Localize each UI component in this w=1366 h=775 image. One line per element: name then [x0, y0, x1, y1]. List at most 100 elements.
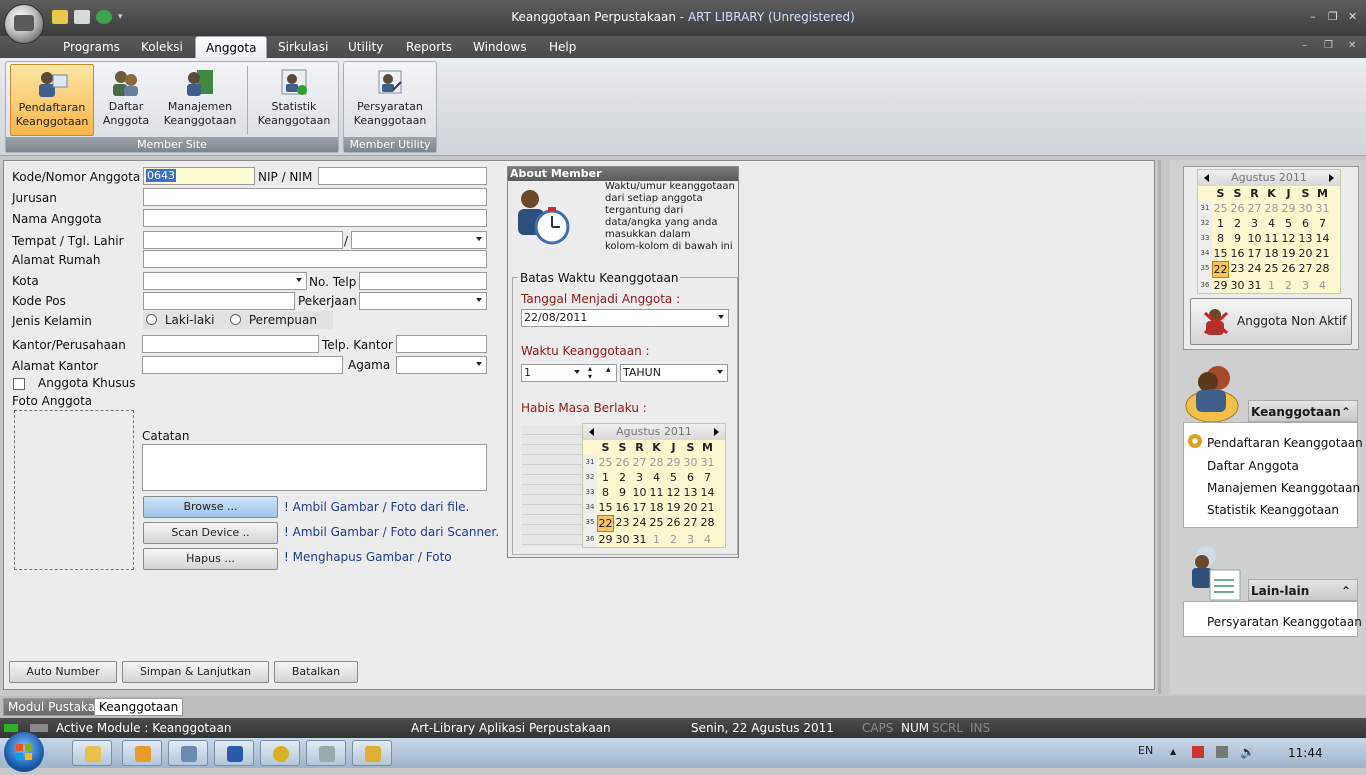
calendar-day[interactable]: 11: [648, 485, 665, 500]
calendar-day[interactable]: 14: [699, 485, 716, 500]
prev-month-icon[interactable]: [589, 428, 594, 436]
calendar-day[interactable]: 27: [1246, 201, 1263, 216]
calendar-day[interactable]: 27: [682, 515, 699, 532]
alamat-kantor-input[interactable]: [142, 356, 343, 374]
calendar-day[interactable]: 30: [682, 455, 699, 470]
telp-kantor-input[interactable]: [396, 335, 487, 353]
calendar-day-today[interactable]: 22: [1212, 261, 1229, 278]
calendar-day[interactable]: 17: [1246, 246, 1263, 261]
calendar-day[interactable]: 8: [1212, 231, 1229, 246]
taskbar-media[interactable]: [122, 740, 162, 766]
menu-reports[interactable]: Reports: [396, 39, 462, 58]
taskbar-settings[interactable]: [306, 740, 346, 766]
manajemen-keanggotaan-button[interactable]: Manajemen Keanggotaan: [162, 64, 238, 136]
agama-select[interactable]: [396, 356, 487, 374]
calendar-day[interactable]: 10: [631, 485, 648, 500]
tempat-lahir-input[interactable]: [143, 231, 343, 249]
calendar-day[interactable]: 3: [682, 532, 699, 547]
calendar-day[interactable]: 28: [699, 515, 716, 532]
hapus-button[interactable]: Hapus ...: [143, 548, 278, 570]
calendar-day[interactable]: 29: [665, 455, 682, 470]
volume-icon[interactable]: 🔊: [1240, 745, 1255, 759]
calendar-day[interactable]: 10: [1246, 231, 1263, 246]
calendar-day[interactable]: 3: [1297, 278, 1314, 293]
anggota-non-aktif-button[interactable]: Anggota Non Aktif: [1190, 298, 1352, 345]
calendar-day[interactable]: 28: [1263, 201, 1280, 216]
mdi-minimize-button[interactable]: –: [1302, 40, 1307, 51]
calendar-day[interactable]: 18: [648, 500, 665, 515]
taskbar-art-library[interactable]: [352, 740, 392, 766]
calendar-day[interactable]: 25: [1212, 201, 1229, 216]
collapse-icon[interactable]: ⌃: [1341, 401, 1351, 423]
taskbar-tool[interactable]: [168, 740, 208, 766]
calendar-day[interactable]: 1: [597, 470, 614, 485]
taskbar-word[interactable]: [214, 740, 254, 766]
calendar-day[interactable]: 5: [665, 470, 682, 485]
calendar-day[interactable]: 14: [1314, 231, 1331, 246]
side-link-persyaratan[interactable]: Persyaratan Keanggotaan: [1207, 615, 1362, 629]
calendar-day[interactable]: 17: [631, 500, 648, 515]
calendar-day[interactable]: 11: [1263, 231, 1280, 246]
calendar-day[interactable]: 31: [1314, 201, 1331, 216]
calendar-day[interactable]: 26: [665, 515, 682, 532]
calendar-day[interactable]: 18: [1263, 246, 1280, 261]
action-center-icon[interactable]: [1192, 746, 1204, 758]
spinner-up-icon[interactable]: ▴: [606, 365, 611, 375]
calendar-day[interactable]: 4: [648, 470, 665, 485]
menu-windows[interactable]: Windows: [463, 39, 537, 58]
next-month-icon[interactable]: [714, 428, 719, 436]
side-link-manajemen[interactable]: Manajemen Keanggotaan: [1207, 481, 1360, 495]
tab-keanggotaan[interactable]: Keanggotaan: [94, 698, 184, 716]
calendar-day[interactable]: 28: [648, 455, 665, 470]
calendar-day[interactable]: 20: [1297, 246, 1314, 261]
menu-help[interactable]: Help: [539, 39, 586, 58]
mdi-close-button[interactable]: ✕: [1348, 40, 1356, 51]
calendar-day[interactable]: 27: [1297, 261, 1314, 278]
next-month-icon[interactable]: [1329, 174, 1334, 182]
calendar-day[interactable]: 30: [614, 532, 631, 547]
menu-anggota[interactable]: Anggota: [195, 36, 268, 58]
scan-device-button[interactable]: Scan Device ..: [143, 522, 278, 544]
network-icon[interactable]: [1216, 746, 1228, 758]
calendar-day[interactable]: 15: [1212, 246, 1229, 261]
calendar-day[interactable]: 2: [614, 470, 631, 485]
calendar-day[interactable]: 15: [597, 500, 614, 515]
menu-programs[interactable]: Programs: [53, 39, 130, 58]
calendar-day[interactable]: 30: [1297, 201, 1314, 216]
calendar-day[interactable]: 2: [1229, 216, 1246, 231]
calendar-day[interactable]: 24: [631, 515, 648, 532]
calendar-day[interactable]: 19: [1280, 246, 1297, 261]
waktu-unit-select[interactable]: TAHUN: [620, 364, 728, 382]
calendar-day[interactable]: 25: [597, 455, 614, 470]
calendar-day[interactable]: 4: [699, 532, 716, 547]
side-calendar[interactable]: Agustus 2011 S S R K J S M 31 25 26 27 28 29 30 31 32 1 2…: [1197, 169, 1341, 294]
auto-number-button[interactable]: Auto Number: [9, 661, 117, 683]
calendar-day[interactable]: 21: [1314, 246, 1331, 261]
statistik-keanggotaan-button[interactable]: Statistik Keanggotaan: [254, 64, 334, 136]
language-indicator[interactable]: EN: [1138, 744, 1153, 757]
catatan-textarea[interactable]: [142, 444, 487, 491]
calendar-day[interactable]: 8: [597, 485, 614, 500]
calendar-day[interactable]: 3: [631, 470, 648, 485]
calendar-day[interactable]: 27: [631, 455, 648, 470]
calendar-day[interactable]: 30: [1229, 278, 1246, 293]
habis-calendar[interactable]: Agustus 2011 S S R K J S M 31 25 26 27 28 29 30 31 32 1 2…: [582, 423, 726, 548]
side-link-statistik[interactable]: Statistik Keanggotaan: [1207, 503, 1339, 517]
taskbar-explorer[interactable]: [72, 740, 112, 766]
daftar-anggota-button[interactable]: Daftar Anggota: [98, 64, 154, 136]
batalkan-button[interactable]: Batalkan: [274, 661, 358, 683]
calendar-day[interactable]: 1: [648, 532, 665, 547]
calendar-day-today[interactable]: 22: [597, 515, 614, 532]
collapse-icon[interactable]: ⌃: [1341, 580, 1351, 602]
kantor-input[interactable]: [142, 335, 319, 353]
calendar-day[interactable]: 1: [1263, 278, 1280, 293]
pekerjaan-select[interactable]: [359, 292, 487, 310]
pendaftaran-keanggotaan-button[interactable]: Pendaftaran Keanggotaan: [10, 64, 94, 136]
menu-sirkulasi[interactable]: Sirkulasi: [268, 39, 338, 58]
calendar-day[interactable]: 19: [665, 500, 682, 515]
waktu-keanggotaan-spinner[interactable]: 1 ▴ ▾ ▴: [521, 364, 617, 382]
calendar-day[interactable]: 26: [614, 455, 631, 470]
calendar-day[interactable]: 4: [1263, 216, 1280, 231]
calendar-day[interactable]: 12: [1280, 231, 1297, 246]
calendar-day[interactable]: 5: [1280, 216, 1297, 231]
